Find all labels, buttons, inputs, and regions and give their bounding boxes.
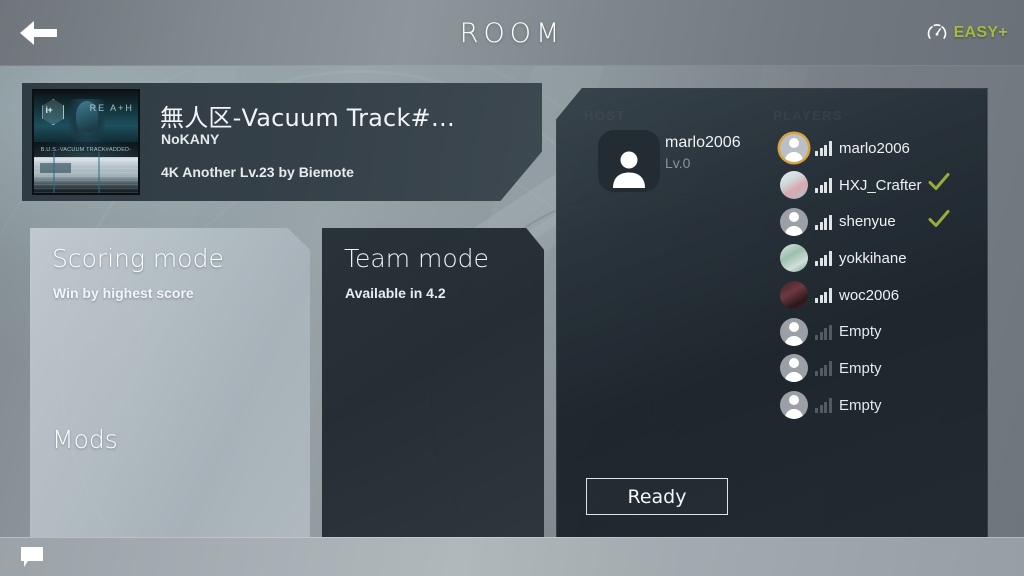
avatar-body [785,372,803,383]
bottom-bar [0,537,1024,576]
player-name: Empty [839,359,882,377]
thumbnail-corner-text: RE A+H [89,103,134,114]
avatar-head [789,395,799,406]
player-row[interactable]: yokkihane [780,240,990,277]
thumbnail-hex-label: i+ [45,105,53,116]
person-avatar-icon [780,207,808,236]
person-avatar-icon [613,151,645,188]
ready-button[interactable]: Ready [586,478,728,515]
player-name: Empty [839,323,882,341]
person-avatar-icon [780,354,808,383]
person-avatar-icon [780,134,808,163]
player-name: HXJ_Crafter [839,176,922,194]
difficulty-indicator: EASY+ [926,0,1008,66]
thumbnail-title-band: B.U.S.-VACUUM TRACK#ADDED- [34,142,138,158]
page-title: ROOM [459,17,565,49]
custom-avatar-icon [780,171,808,200]
scoring-mode-title: Scoring mode [52,244,224,273]
custom-avatar-icon [780,281,808,310]
avatar-head [789,321,799,332]
ready-check-icon [928,209,950,234]
host-avatar [598,130,660,192]
signal-bars-icon [815,287,833,304]
team-mode-subtitle: Available in 4.2 [345,285,446,301]
team-mode-panel[interactable]: Team mode Available in 4.2 [322,228,544,538]
player-name: Empty [839,396,882,414]
scoring-mode-panel[interactable]: Scoring mode Win by highest score Mods [30,228,310,538]
scoring-mode-subtitle: Win by highest score [53,285,194,301]
player-row[interactable]: woc2006 [780,277,990,314]
room-screen: ROOM EASY+ i+ RE A+H B.U.S.-VACUUM TRACK… [0,0,1024,576]
song-title: 無人区-Vacuum Track#… [160,104,456,132]
player-name: yokkihane [839,249,907,267]
signal-bars-icon [815,214,833,230]
avatar-body [785,152,803,163]
avatar-head [789,211,799,222]
speedometer-icon [927,24,946,39]
signal-bars-icon [815,140,833,157]
ready-check-icon [928,173,950,198]
signal-bars-icon [815,360,833,377]
avatar-head [789,138,799,149]
song-chart-info: 4K Another Lv.23 by Biemote [161,164,354,180]
signal-bars-icon [815,397,833,414]
avatar-body [785,225,803,236]
team-mode-title: Team mode [344,244,489,273]
player-row[interactable]: marlo2006 [780,130,990,167]
signal-bars-icon [815,250,833,267]
player-name: woc2006 [839,286,900,304]
mods-title[interactable]: Mods [52,425,118,454]
avatar-head [789,358,799,369]
player-row[interactable]: shenyue [780,203,990,240]
top-bar: ROOM EASY+ [0,0,1024,66]
custom-avatar-icon [780,244,808,273]
thumbnail-line [98,152,101,193]
host-name: marlo2006 [665,134,741,151]
avatar-body [785,409,803,420]
player-row[interactable]: Empty [780,387,990,424]
difficulty-label: EASY+ [953,24,1008,41]
player-row[interactable]: HXJ_Crafter [780,167,990,204]
thumbnail-line [52,152,55,193]
song-thumbnail: i+ RE A+H B.U.S.-VACUUM TRACK#ADDED- -No… [32,89,140,195]
players-list: marlo2006 HXJ_Craftershenyue yokkihane woc2… [780,130,990,424]
person-avatar-icon [780,391,808,420]
person-avatar-icon [780,317,808,346]
player-row[interactable]: Empty [780,313,990,350]
thumbnail-glitch [34,158,138,193]
player-name: marlo2006 [839,139,910,157]
player-name: shenyue [839,213,896,231]
player-row[interactable]: Empty [780,350,990,387]
signal-bars-icon [815,324,833,340]
song-artist: NoKANY [161,131,220,147]
avatar-body [785,335,803,346]
signal-bars-icon [815,177,833,194]
chat-bubble-icon [21,547,43,567]
chat-button[interactable] [20,546,44,568]
host-level: Lv.0 [665,155,691,171]
